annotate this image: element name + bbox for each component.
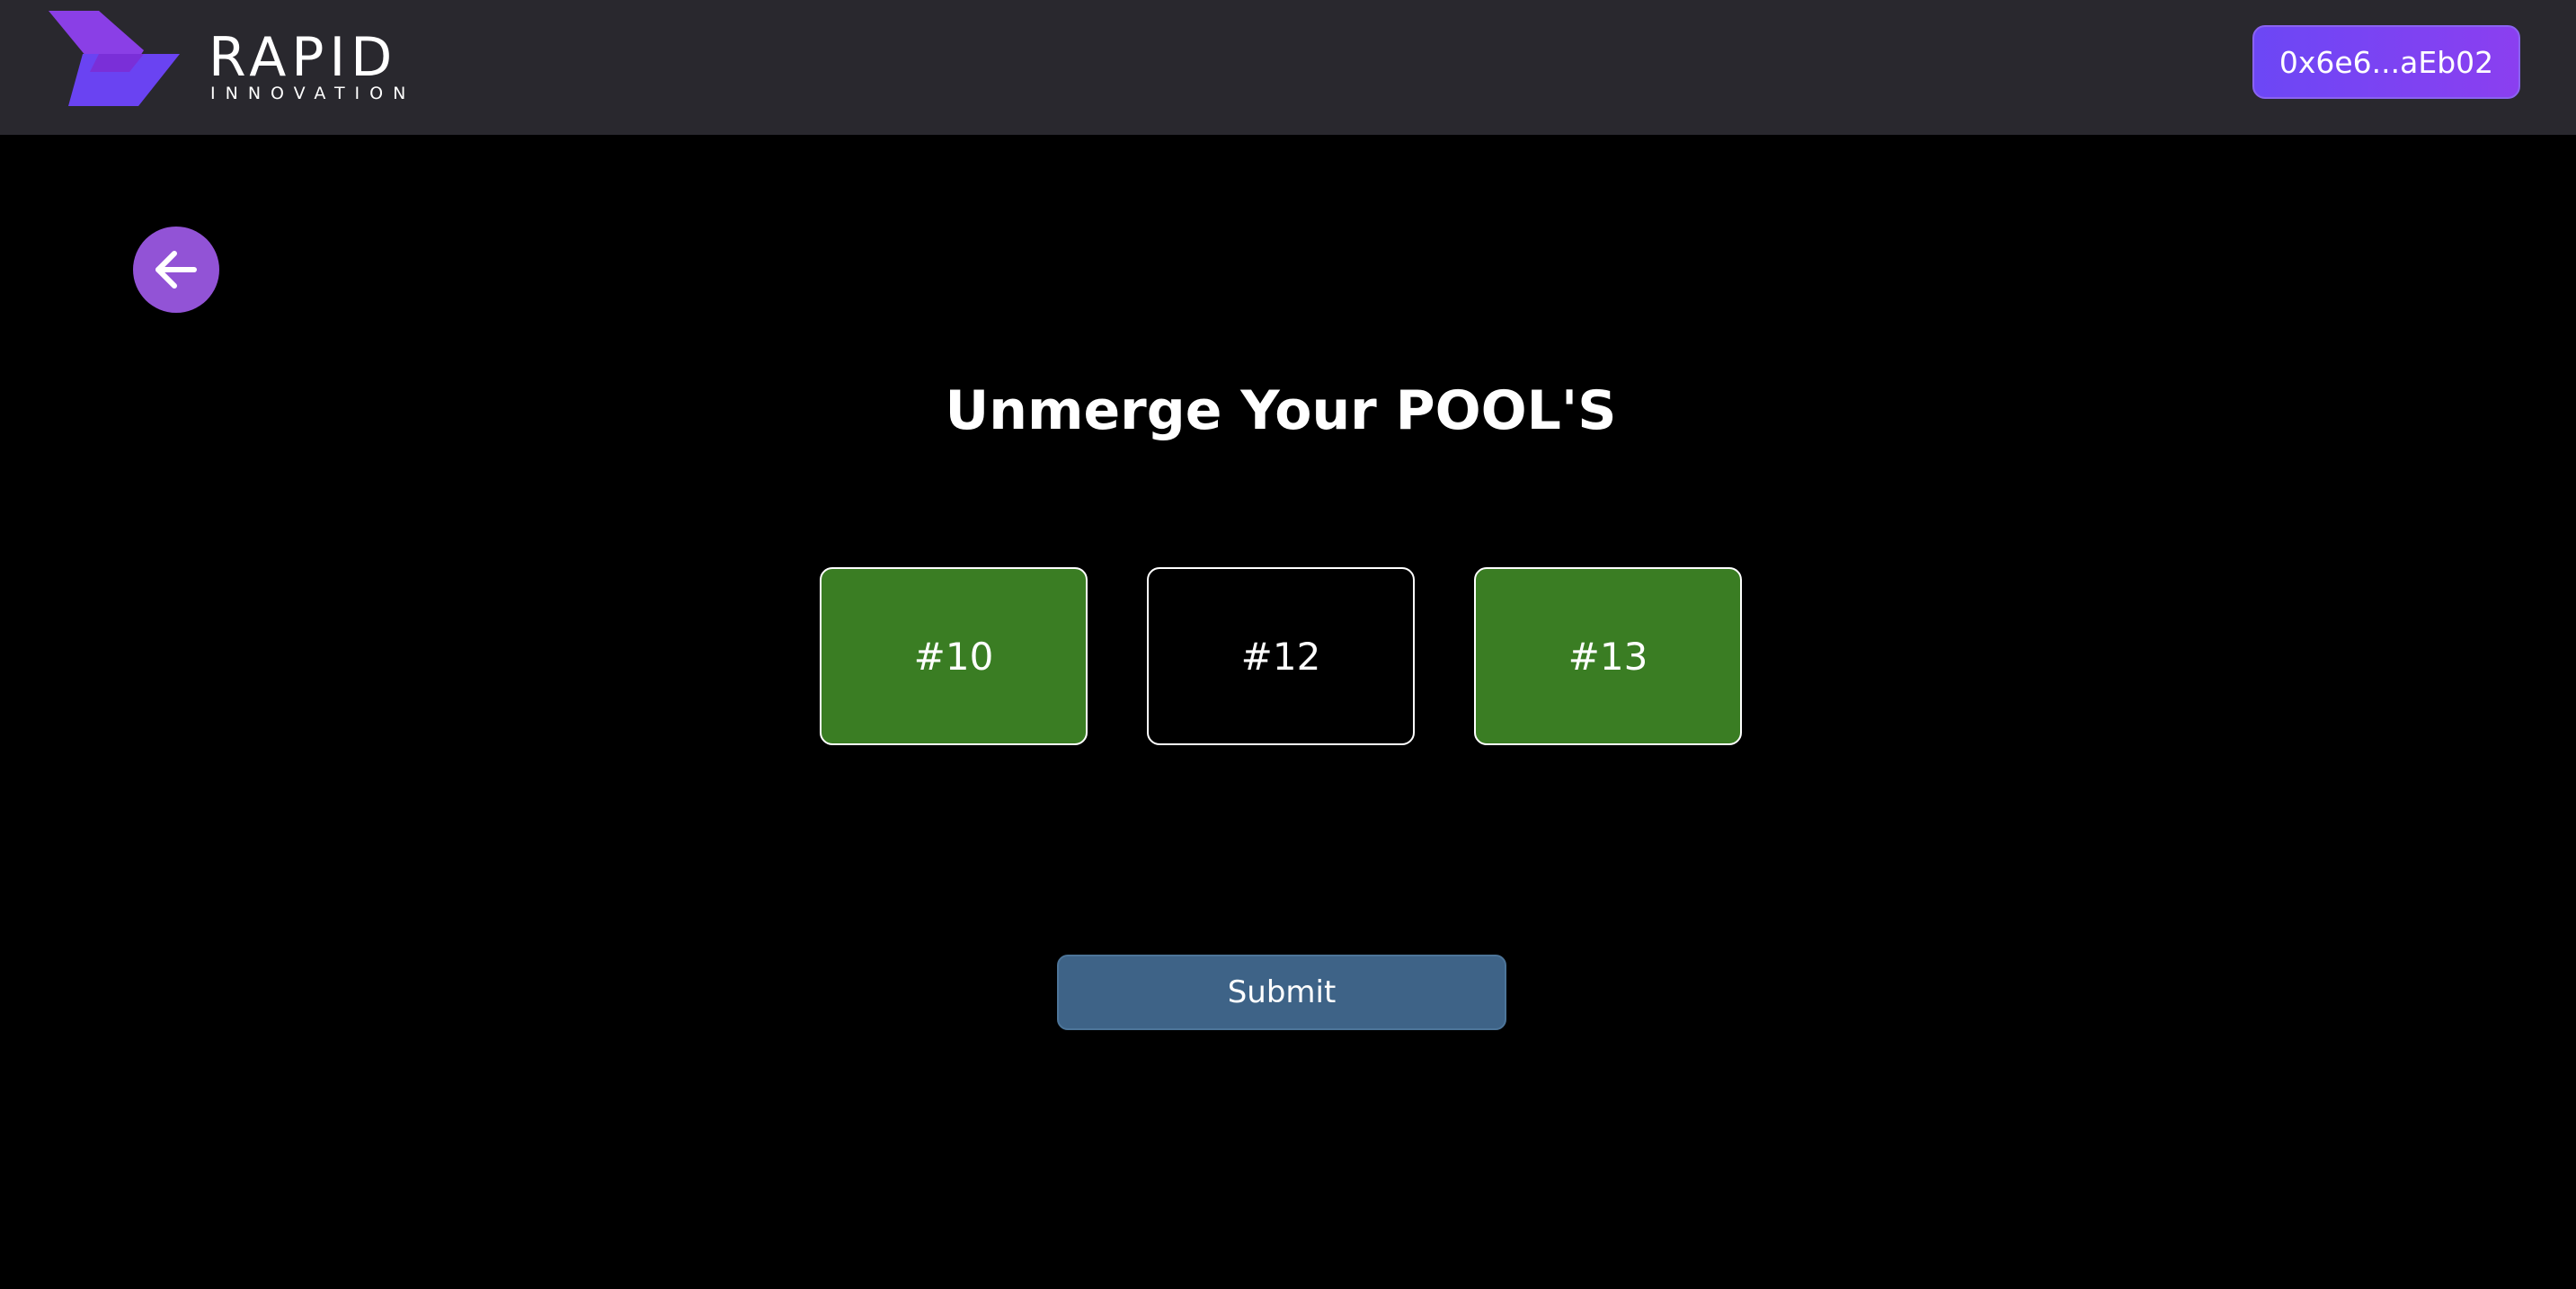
top-header: RAPID INNOVATION 0x6e6...aEb02 [0, 0, 2576, 135]
pool-card-10[interactable]: #10 [820, 567, 1088, 745]
page-title: Unmerge Your POOL'S [945, 379, 1617, 442]
logo-mark-icon [49, 11, 180, 106]
submit-button[interactable]: Submit [1057, 955, 1506, 1030]
arrow-left-icon [155, 251, 197, 289]
pool-card-13[interactable]: #13 [1474, 567, 1742, 745]
logo-subtitle: INNOVATION [210, 84, 416, 103]
back-button[interactable] [133, 227, 219, 313]
wallet-address-button[interactable]: 0x6e6...aEb02 [2252, 25, 2520, 99]
logo-wordmark: RAPID [209, 26, 398, 89]
page: RAPID INNOVATION 0x6e6...aEb02 Unmerge Y… [0, 0, 2576, 1289]
rapid-innovation-logo[interactable]: RAPID INNOVATION [47, 9, 424, 110]
pool-card-12[interactable]: #12 [1147, 567, 1415, 745]
